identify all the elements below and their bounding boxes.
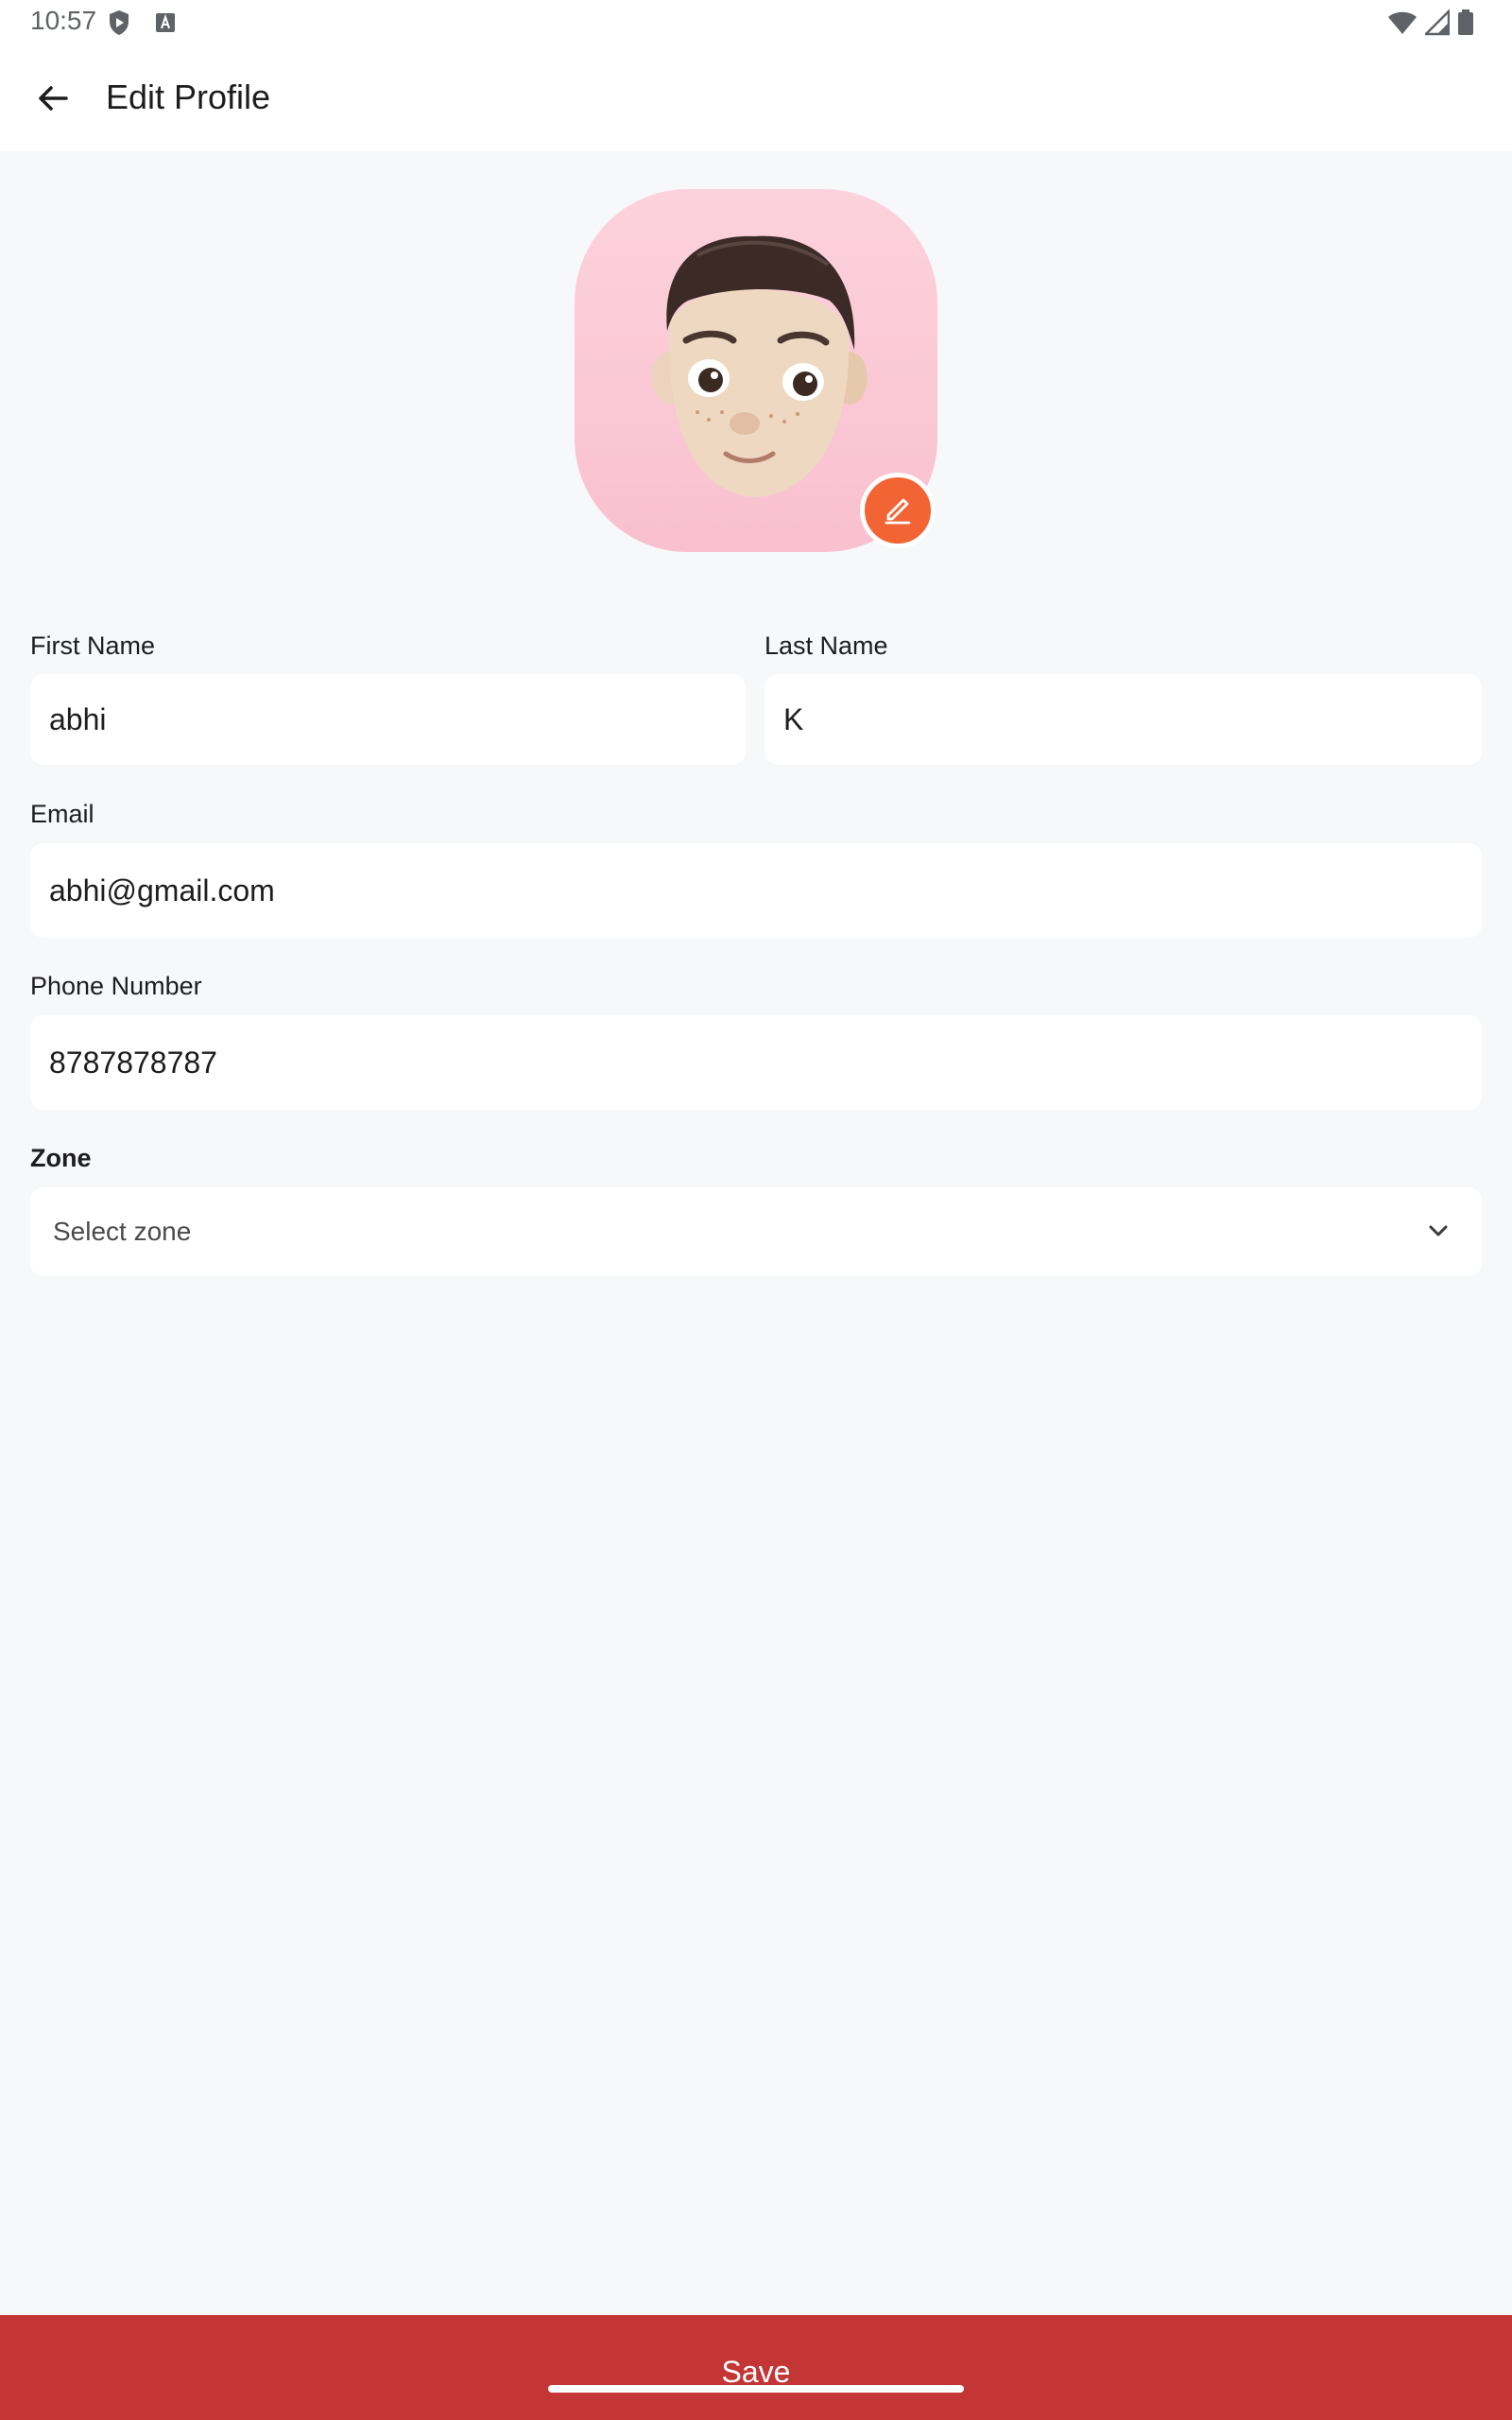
edit-avatar-button[interactable] bbox=[860, 473, 936, 548]
status-time: 10:57 bbox=[30, 6, 97, 35]
first-name-field[interactable]: abhi bbox=[30, 674, 746, 765]
status-bar: 10:57 bbox=[0, 0, 1512, 45]
chevron-down-icon bbox=[1423, 1216, 1453, 1246]
home-indicator bbox=[548, 2385, 964, 2393]
app-bar: Edit Profile bbox=[0, 45, 1512, 151]
back-button[interactable] bbox=[26, 74, 79, 127]
cellular-signal-icon bbox=[1422, 8, 1451, 41]
pencil-icon bbox=[879, 490, 917, 532]
shield-play-icon bbox=[108, 9, 130, 36]
wifi-icon bbox=[1387, 9, 1418, 41]
page-title: Edit Profile bbox=[106, 78, 271, 116]
email-value: abhi@gmail.com bbox=[49, 873, 275, 908]
zone-select[interactable]: Select zone bbox=[30, 1187, 1482, 1276]
email-label: Email bbox=[30, 800, 94, 828]
arrow-left-icon bbox=[34, 79, 72, 122]
first-name-label: First Name bbox=[30, 631, 156, 660]
phone-number-field[interactable]: 8787878787 bbox=[30, 1015, 1482, 1110]
avatar-container bbox=[575, 189, 937, 552]
phone-number-label: Phone Number bbox=[30, 972, 202, 1000]
last-name-field[interactable]: K bbox=[765, 674, 1482, 765]
last-name-label: Last Name bbox=[765, 631, 888, 660]
last-name-value: K bbox=[783, 701, 804, 736]
status-right-icons bbox=[1387, 8, 1474, 41]
save-button[interactable]: Save bbox=[0, 2315, 1512, 2420]
email-field[interactable]: abhi@gmail.com bbox=[30, 843, 1482, 938]
keyboard-a-icon bbox=[155, 12, 176, 33]
phone-number-value: 8787878787 bbox=[49, 1045, 217, 1080]
zone-placeholder: Select zone bbox=[53, 1217, 192, 1246]
first-name-value: abhi bbox=[49, 701, 107, 736]
zone-label: Zone bbox=[30, 1144, 92, 1172]
battery-icon bbox=[1457, 9, 1474, 41]
